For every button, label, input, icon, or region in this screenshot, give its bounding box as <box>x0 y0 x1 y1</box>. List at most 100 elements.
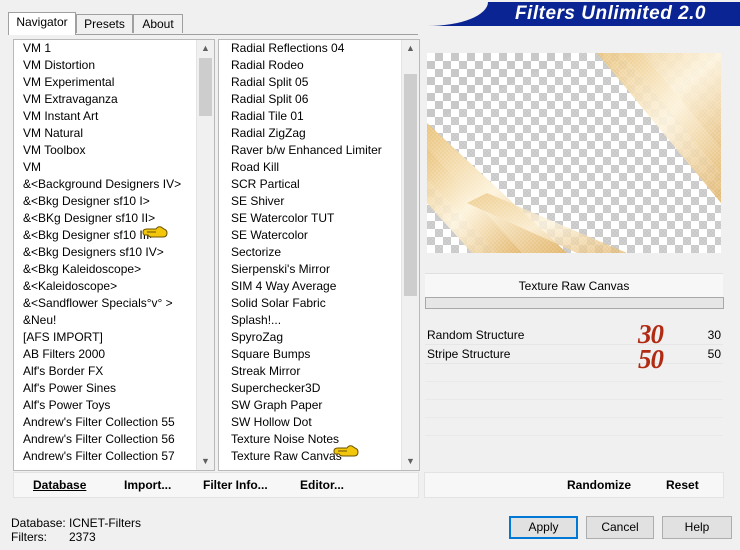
category-item[interactable]: &<BKg Designer sf10 II> <box>14 210 197 227</box>
chevron-down-icon[interactable]: ▼ <box>197 453 214 470</box>
category-item[interactable]: &<Sandflower Specials°v° > <box>14 295 197 312</box>
cancel-button[interactable]: Cancel <box>586 516 654 539</box>
filter-item[interactable]: Radial Split 05 <box>219 74 402 91</box>
param-random-structure[interactable]: Random Structure 30 <box>425 326 723 345</box>
filter-item[interactable]: Sectorize <box>219 244 402 261</box>
category-item[interactable]: &<Bkg Designer sf10 I> <box>14 193 197 210</box>
database-label: Database <box>33 478 87 492</box>
tab-navigator[interactable]: Navigator <box>8 12 76 35</box>
filter-item[interactable]: Raver b/w Enhanced Limiter <box>219 142 402 159</box>
editor-button[interactable]: Editor... <box>300 478 344 492</box>
filter-scrollbar[interactable]: ▲ ▼ <box>401 40 419 470</box>
filter-item[interactable]: Square Bumps <box>219 346 402 363</box>
category-item[interactable]: &<Bkg Kaleidoscope> <box>14 261 197 278</box>
filter-item[interactable]: Texture Noise Notes <box>219 431 402 448</box>
chevron-up-icon[interactable]: ▲ <box>402 40 419 57</box>
category-item[interactable]: VM Extravaganza <box>14 91 197 108</box>
filter-item[interactable]: Streak Mirror <box>219 363 402 380</box>
filter-name-box: Texture Raw Canvas <box>425 273 723 298</box>
category-scroll-thumb[interactable] <box>199 58 212 116</box>
category-item[interactable]: VM 1 <box>14 40 197 57</box>
param-empty-row <box>425 382 723 400</box>
category-item[interactable]: VM Toolbox <box>14 142 197 159</box>
filter-item[interactable]: SW Graph Paper <box>219 397 402 414</box>
help-button[interactable]: Help <box>662 516 732 539</box>
category-item[interactable]: VM Instant Art <box>14 108 197 125</box>
reset-button[interactable]: Reset <box>666 478 699 492</box>
param-label: Random Structure <box>427 328 525 342</box>
filter-item[interactable]: SE Shiver <box>219 193 402 210</box>
param-empty-row <box>425 418 723 436</box>
filter-item[interactable]: SE Watercolor <box>219 227 402 244</box>
chevron-down-icon[interactable]: ▼ <box>402 453 419 470</box>
category-list[interactable]: VM 1 VM Distortion VM Experimental VM Extra… <box>13 39 215 471</box>
param-empty-row <box>425 364 723 382</box>
param-stripe-structure[interactable]: Stripe Structure 50 <box>425 345 723 364</box>
category-scrollbar[interactable]: ▲ ▼ <box>196 40 214 470</box>
filter-item[interactable]: Radial Rodeo <box>219 57 402 74</box>
category-item[interactable]: VM Distortion <box>14 57 197 74</box>
filter-item[interactable]: SCR Partical <box>219 176 402 193</box>
pointing-hand-icon <box>333 445 359 457</box>
filter-item[interactable]: SW Hollow Dot <box>219 414 402 431</box>
tab-about[interactable]: About <box>133 14 183 33</box>
category-item[interactable]: &<Kaleidoscope> <box>14 278 197 295</box>
category-item[interactable]: VM Experimental <box>14 74 197 91</box>
filter-info-button[interactable]: Filter Info... <box>203 478 268 492</box>
category-item[interactable]: Alf's Power Toys <box>14 397 197 414</box>
category-item[interactable]: &<Bkg Designer sf10 III> <box>14 227 197 244</box>
chevron-up-icon[interactable]: ▲ <box>197 40 214 57</box>
preview-image <box>427 53 721 253</box>
preview-panel <box>424 38 724 268</box>
annotation-value-1: 30 <box>638 319 664 349</box>
banner-curve <box>428 2 488 26</box>
filter-item[interactable]: Radial Split 06 <box>219 91 402 108</box>
filter-item[interactable]: SpyroZag <box>219 329 402 346</box>
annotation-value-2: 50 <box>638 344 664 374</box>
filter-item[interactable]: Sierpenski's Mirror <box>219 261 402 278</box>
category-item[interactable]: VM <box>14 159 197 176</box>
category-item[interactable]: &Neu! <box>14 312 197 329</box>
preview-canvas[interactable] <box>427 53 721 253</box>
filter-item[interactable]: Splash!... <box>219 312 402 329</box>
category-item[interactable]: Alf's Border FX <box>14 363 197 380</box>
category-item[interactable]: [AFS IMPORT] <box>14 329 197 346</box>
title-banner: Filters Unlimited 2.0 <box>428 2 740 26</box>
tab-presets[interactable]: Presets <box>76 14 133 33</box>
filter-list[interactable]: Radial Reflections 04 Radial Rodeo Radial … <box>218 39 420 471</box>
app-title: Filters Unlimited 2.0 <box>514 3 706 24</box>
filters-status-label: Filters: <box>11 530 47 544</box>
category-items: VM 1 VM Distortion VM Experimental VM Extra… <box>14 40 197 465</box>
progress-bar <box>425 297 724 309</box>
filter-item[interactable]: SIM 4 Way Average <box>219 278 402 295</box>
filter-item[interactable]: Superchecker3D <box>219 380 402 397</box>
category-item[interactable]: AB Filters 2000 <box>14 346 197 363</box>
filter-item[interactable]: Texture Raw Canvas <box>219 448 402 465</box>
import-button[interactable]: Import... <box>124 478 171 492</box>
filter-items: Radial Reflections 04 Radial Rodeo Radial … <box>219 40 402 465</box>
parameter-list: Random Structure 30 Stripe Structure 50 <box>425 326 723 456</box>
param-empty-row <box>425 400 723 418</box>
category-item[interactable]: Andrew's Filter Collection 56 <box>14 431 197 448</box>
category-item[interactable]: Andrew's Filter Collection 55 <box>14 414 197 431</box>
filter-item[interactable]: Road Kill <box>219 159 402 176</box>
category-item[interactable]: Andrew's Filter Collection 57 <box>14 448 197 465</box>
filter-item[interactable]: Radial Tile 01 <box>219 108 402 125</box>
param-value[interactable]: 30 <box>708 328 721 342</box>
filter-item[interactable]: Radial ZigZag <box>219 125 402 142</box>
database-status-value: ICNET-Filters <box>69 516 141 530</box>
param-label: Stripe Structure <box>427 347 511 361</box>
param-value[interactable]: 50 <box>708 347 721 361</box>
database-button[interactable]: Database <box>33 478 86 492</box>
category-item[interactable]: &<Bkg Designers sf10 IV> <box>14 244 197 261</box>
randomize-button[interactable]: Randomize <box>567 478 631 492</box>
category-item[interactable]: VM Natural <box>14 125 197 142</box>
pointing-hand-icon <box>142 226 168 238</box>
apply-button[interactable]: Apply <box>509 516 578 539</box>
filter-item[interactable]: SE Watercolor TUT <box>219 210 402 227</box>
category-item[interactable]: &<Background Designers IV> <box>14 176 197 193</box>
filter-scroll-thumb[interactable] <box>404 74 417 296</box>
filter-item[interactable]: Solid Solar Fabric <box>219 295 402 312</box>
category-item[interactable]: Alf's Power Sines <box>14 380 197 397</box>
filter-item[interactable]: Radial Reflections 04 <box>219 40 402 57</box>
